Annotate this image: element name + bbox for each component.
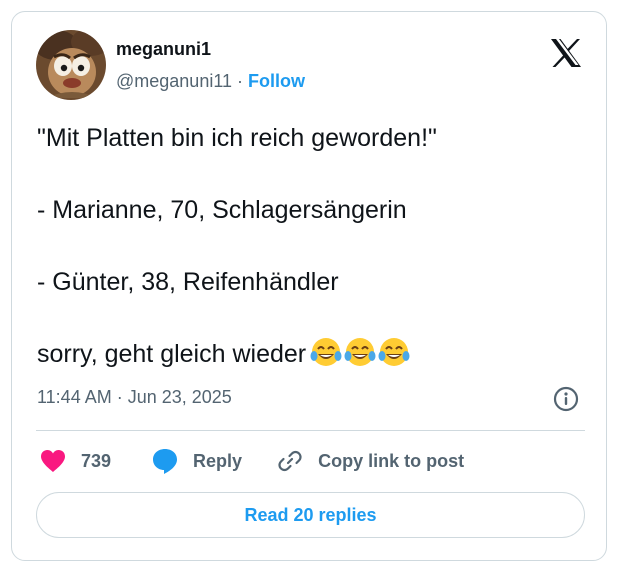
reply-button[interactable]: Reply [151, 447, 242, 475]
timestamp[interactable]: 11:44 AM · Jun 23, 2025 [37, 387, 232, 408]
info-icon[interactable] [553, 386, 579, 412]
heart-icon [41, 450, 65, 472]
handle-separator: · [237, 71, 244, 91]
reply-label: Reply [193, 450, 243, 471]
face-with-tears-of-joy-icon [378, 338, 410, 366]
handle[interactable]: @meganuni11 [116, 71, 232, 91]
like-button[interactable]: 739 [39, 448, 111, 474]
tweet-line-4: sorry, geht gleich wieder [37, 336, 592, 378]
avatar[interactable] [36, 30, 106, 100]
handle-row: @meganuni11 · Follow [116, 71, 305, 92]
muppet-avatar-icon [36, 30, 106, 100]
tweet-card: meganuni1 @meganuni11 · Follow "Mit Plat… [11, 11, 607, 561]
tweet-line-4-text: sorry, geht gleich wieder [37, 340, 307, 368]
copy-link-button[interactable]: Copy link to post [276, 447, 464, 475]
tweet-text: "Mit Platten bin ich reich geworden!" - … [37, 120, 592, 378]
face-with-tears-of-joy-icon [344, 338, 376, 366]
copy-link-label: Copy link to post [318, 450, 465, 471]
tweet-line-1: "Mit Platten bin ich reich geworden!" [37, 124, 437, 152]
face-with-tears-of-joy-icon [310, 338, 342, 366]
display-name[interactable]: meganuni1 [116, 39, 211, 60]
action-bar: 739 Reply Copy link to post [39, 446, 464, 476]
follow-button[interactable]: Follow [248, 71, 305, 91]
x-logo-icon[interactable] [550, 38, 582, 68]
reply-bubble-icon [153, 449, 178, 474]
emoji-group [310, 336, 412, 378]
read-replies-button[interactable]: Read 20 replies [36, 492, 585, 538]
tweet-line-3: - Günter, 38, Reifenhändler [37, 268, 339, 296]
divider [36, 430, 585, 431]
tweet-line-2: - Marianne, 70, Schlagersängerin [37, 196, 407, 224]
link-icon [278, 450, 302, 472]
like-count: 739 [81, 450, 112, 471]
